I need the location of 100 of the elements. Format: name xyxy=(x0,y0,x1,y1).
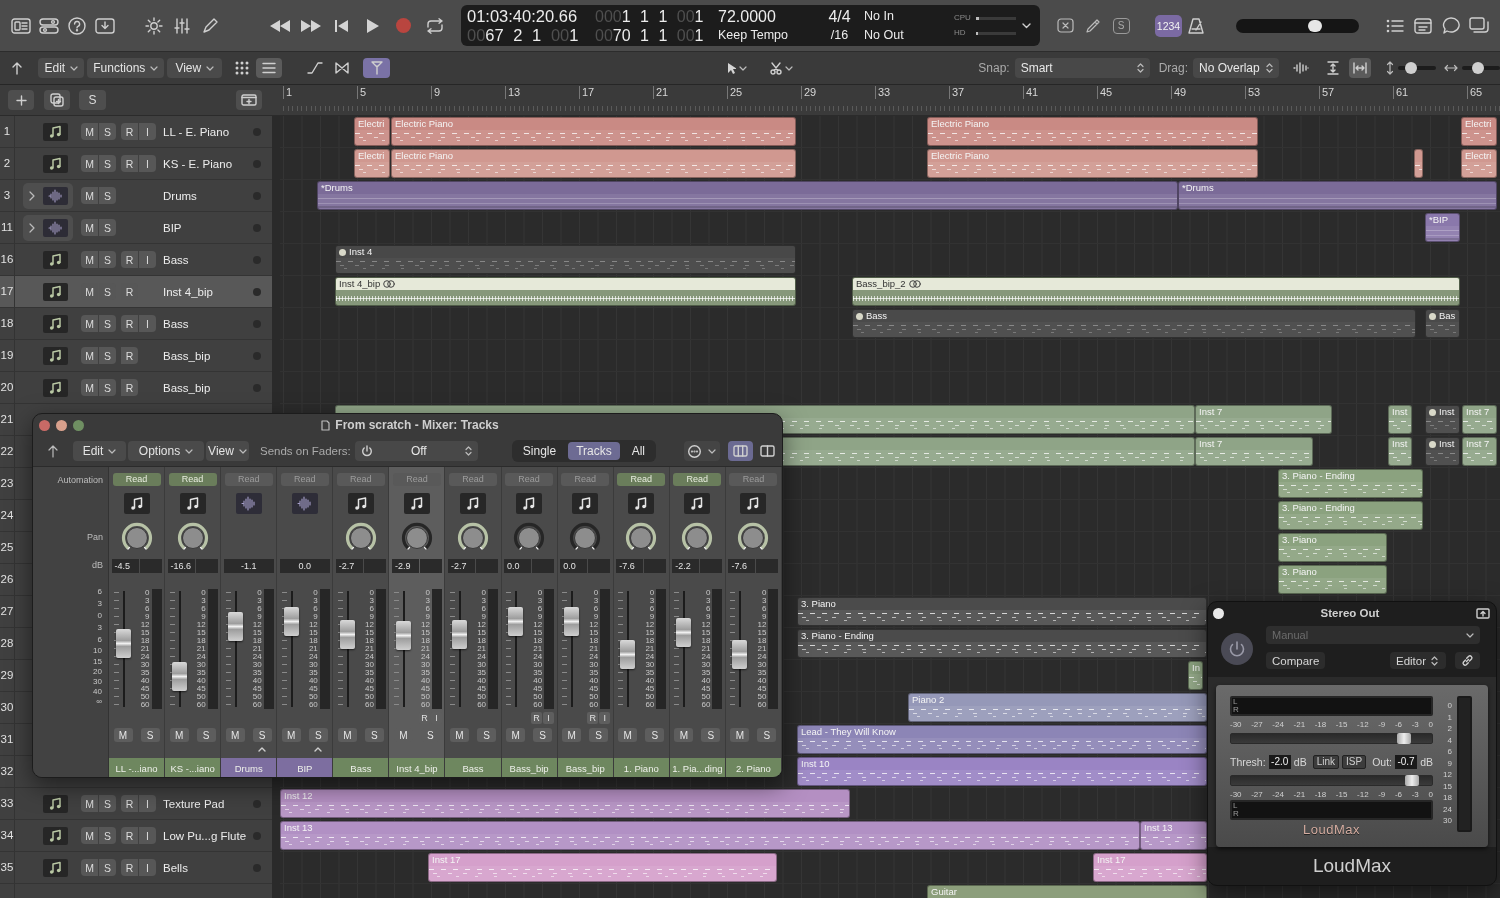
scale-label: 3 xyxy=(593,597,599,605)
track-number: 20 xyxy=(0,372,15,403)
scale-label: 15 xyxy=(757,629,767,637)
region-name: Electric Piano xyxy=(395,150,454,162)
scale-label: 15 xyxy=(1443,780,1452,792)
track-number: 2 xyxy=(0,148,15,179)
scale-label: ∞ xyxy=(96,697,102,706)
bar-number: 57 xyxy=(1319,86,1335,99)
scale-label: 12 xyxy=(589,621,599,629)
bar-number: 29 xyxy=(801,86,817,99)
track-number: 17 xyxy=(0,276,15,307)
scale-label: 6 xyxy=(313,605,318,613)
scale-label: 2 xyxy=(1447,723,1452,734)
bar-number: 5 xyxy=(357,86,367,99)
scale-label: -27 xyxy=(1251,789,1263,800)
scale-label: 6 xyxy=(481,605,487,613)
region-name: Electric Piano xyxy=(931,118,990,130)
scale-label: 45 xyxy=(140,685,150,693)
snap-label: Snap: xyxy=(978,61,1010,75)
scale-label: 6 xyxy=(537,605,543,613)
track-number: 23 xyxy=(0,468,15,499)
scale-label: 30 xyxy=(196,661,206,669)
track-name: Drums xyxy=(163,189,198,202)
scale-label: 18 xyxy=(645,637,655,645)
scale-label: 12 xyxy=(533,621,543,629)
scale-label: 3 xyxy=(481,597,487,605)
scale-label: 21 xyxy=(364,645,374,653)
scale-label: 12 xyxy=(1443,769,1452,780)
track-number: 3 xyxy=(0,180,15,211)
scale-label: 35 xyxy=(364,669,374,677)
track-number: 18 xyxy=(0,308,15,339)
scale-label: 60 xyxy=(308,701,318,709)
scale-label: 0 xyxy=(649,589,655,597)
scale-label: 9 xyxy=(425,613,430,621)
scale-label: 40 xyxy=(533,677,543,685)
scale-label: 18 xyxy=(196,637,206,645)
scale-label: 15 xyxy=(196,629,206,637)
scale-label: -21 xyxy=(1293,789,1306,800)
scale-label: 50 xyxy=(757,693,767,701)
region-name: Inst xyxy=(1439,406,1455,418)
scale-label: 12 xyxy=(140,621,150,629)
scale-label: 21 xyxy=(421,645,430,653)
track-number: 33 xyxy=(0,788,15,819)
scale-label: 24 xyxy=(421,653,430,661)
scale-label: 21 xyxy=(701,645,711,653)
track-number: 16 xyxy=(0,244,15,275)
scale-label: 24 xyxy=(645,653,655,661)
scale-label: 3 xyxy=(97,623,102,632)
scale-label: -6 xyxy=(1394,719,1403,730)
region-name: 3. Piano xyxy=(1282,534,1317,546)
scale-label: 1 xyxy=(1447,711,1452,723)
scale-label: 30 xyxy=(421,661,430,669)
scale-label: 35 xyxy=(421,669,430,677)
region-name: Inst 4 xyxy=(349,246,373,258)
scale-label: 15 xyxy=(645,629,655,637)
scale-label: 0 xyxy=(593,589,599,597)
track-name: Inst 4_bip xyxy=(163,285,214,298)
bar-number: 17 xyxy=(579,86,595,99)
scale-label: 6 xyxy=(593,605,599,613)
scale-label: 21 xyxy=(589,645,599,653)
track-number: 26 xyxy=(0,564,15,595)
scale-label: -24 xyxy=(1272,719,1284,730)
scale-label: 0 xyxy=(313,589,318,597)
scale-label: 18 xyxy=(308,637,318,645)
scale-label: 60 xyxy=(252,701,262,709)
scale-label: 0 xyxy=(1447,700,1452,711)
track-number: 11 xyxy=(0,212,15,243)
scale-label: 40 xyxy=(477,677,487,685)
scale-label: -9 xyxy=(1378,719,1386,730)
scale-label: 24 xyxy=(364,653,374,661)
scale-label: 6 xyxy=(762,605,767,613)
region-name: Electri xyxy=(1465,150,1492,162)
scale-label: 3 xyxy=(369,597,374,605)
scale-label: 30 xyxy=(1443,815,1452,826)
region-name: Inst 4_bip xyxy=(339,278,381,290)
scale-label: -18 xyxy=(1314,719,1327,730)
bar-number: 49 xyxy=(1171,86,1187,99)
scale-label: 50 xyxy=(308,693,318,701)
scale-label: -24 xyxy=(1272,789,1284,800)
track-number: 32 xyxy=(0,756,15,787)
region-name: *Drums xyxy=(321,182,353,194)
scale-label: 15 xyxy=(364,629,374,637)
scale-label: 12 xyxy=(757,621,767,629)
scale-label: 35 xyxy=(533,669,543,677)
bar-number: 37 xyxy=(949,86,965,99)
scale-label: 30 xyxy=(645,661,655,669)
scale-label: 12 xyxy=(308,621,318,629)
unit-label: dB xyxy=(1420,756,1433,768)
track-name: Bass xyxy=(163,253,190,266)
track-name: KS - E. Piano xyxy=(163,157,234,170)
scale-label: 12 xyxy=(196,621,206,629)
scale-label: 50 xyxy=(701,693,711,701)
bar-number: 41 xyxy=(1023,86,1039,99)
scale-label: -3 xyxy=(1411,789,1419,800)
scale-label: 50 xyxy=(477,693,487,701)
scale-label: -30 xyxy=(1230,719,1242,730)
region-name: In xyxy=(1192,662,1200,674)
scale-label: -21 xyxy=(1293,719,1306,730)
scale-label: 40 xyxy=(252,677,262,685)
scale-label: 3 xyxy=(257,597,262,605)
